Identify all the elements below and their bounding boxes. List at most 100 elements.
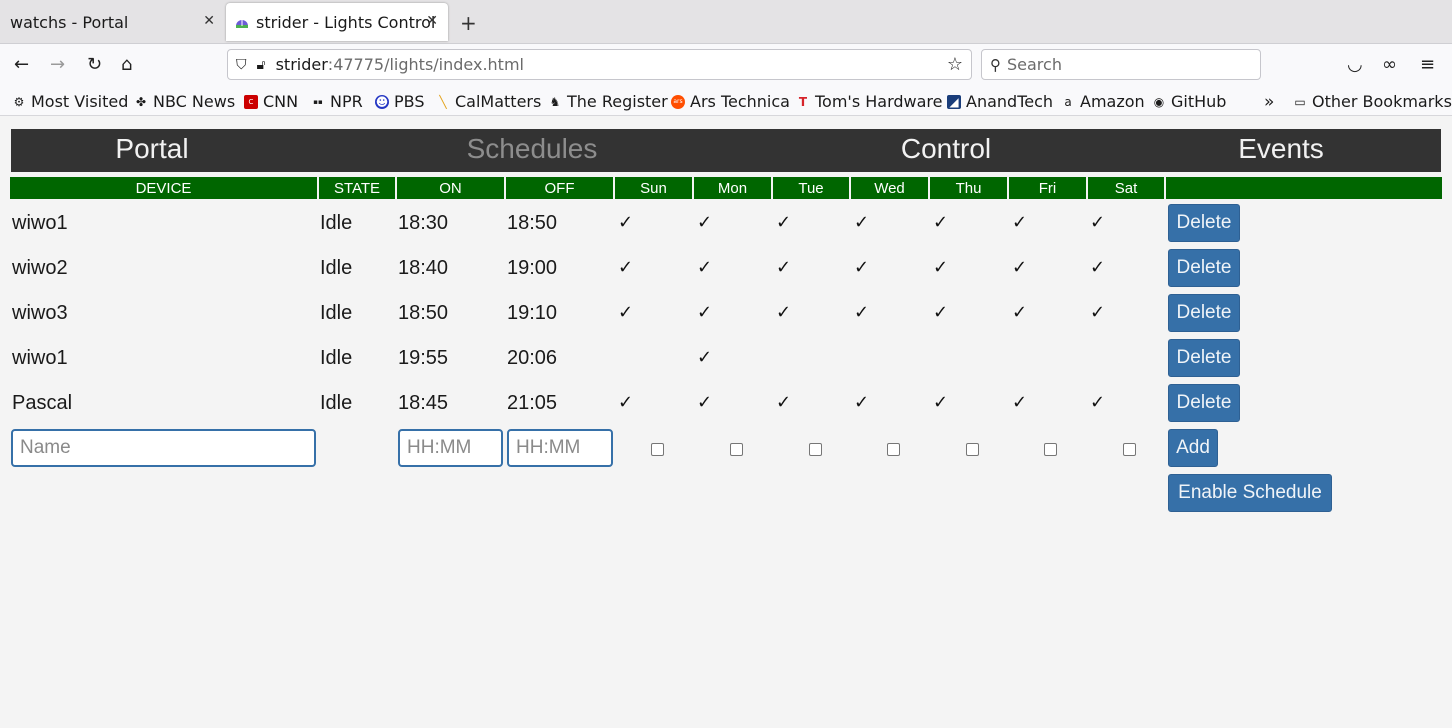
day-check-icon: ✓ xyxy=(697,302,713,323)
nav-portal[interactable]: Portal xyxy=(115,133,188,165)
off-time: 20:06 xyxy=(507,347,558,369)
bookmark-label: NBC News xyxy=(153,92,236,111)
shield-icon[interactable]: ⛉ xyxy=(236,57,247,73)
bookmark-label: AnandTech xyxy=(966,92,1054,111)
bookmark-most-visited[interactable]: ⚙ Most Visited xyxy=(12,92,129,111)
url-host: strider xyxy=(275,55,328,74)
delete-button[interactable]: Delete xyxy=(1168,204,1240,242)
day-check-icon: ✓ xyxy=(854,257,870,278)
name-input[interactable] xyxy=(11,429,316,467)
private-mask-icon[interactable]: ∞ xyxy=(1382,54,1397,75)
lights-favicon-icon xyxy=(234,14,250,30)
search-icon: ⚲ xyxy=(990,55,1001,74)
chevron-double-right-icon[interactable]: » xyxy=(1264,92,1274,112)
bookmark-other[interactable]: ▭ Other Bookmarks xyxy=(1293,92,1452,111)
delete-button[interactable]: Delete xyxy=(1168,249,1240,287)
checkbox-mon[interactable] xyxy=(730,443,743,456)
bookmark-pbs[interactable]: ☻ PBS xyxy=(375,92,425,111)
folder-icon: ▭ xyxy=(1294,94,1306,109)
forward-arrow-icon[interactable]: → xyxy=(50,54,65,75)
day-check-icon: ✓ xyxy=(618,302,634,323)
bookmark-ars-technica[interactable]: ars Ars Technica xyxy=(671,92,790,111)
off-time: 19:10 xyxy=(507,302,558,324)
day-check-icon: ✓ xyxy=(776,302,792,323)
delete-button[interactable]: Delete xyxy=(1168,339,1240,377)
checkbox-tue[interactable] xyxy=(809,443,822,456)
col-header-on: ON xyxy=(397,177,504,199)
checkbox-sun[interactable] xyxy=(651,443,664,456)
bookmark-cnn[interactable]: C CNN xyxy=(244,92,298,111)
home-icon[interactable]: ⌂ xyxy=(121,54,132,75)
col-header-off: OFF xyxy=(506,177,613,199)
bookmark-label: PBS xyxy=(394,92,425,111)
device-name: Pascal xyxy=(12,392,73,414)
day-check-icon: ✓ xyxy=(1090,257,1106,278)
bookmark-label: Ars Technica xyxy=(690,92,790,111)
device-name: wiwo2 xyxy=(12,257,68,279)
nav-schedules[interactable]: Schedules xyxy=(467,133,598,165)
tab-bar: watchs - Portal ✕ strider - Lights Contr… xyxy=(0,0,1452,44)
tab-title: strider - Lights Control xyxy=(256,12,436,32)
enable-schedule-button[interactable]: Enable Schedule xyxy=(1168,474,1332,512)
device-state: Idle xyxy=(320,347,353,369)
bookmark-nbc-news[interactable]: ✤ NBC News xyxy=(134,92,235,111)
bookmark-calmatters[interactable]: ╲ CalMatters xyxy=(436,92,541,111)
bookmark-label: GitHub xyxy=(1171,92,1227,111)
on-time-input[interactable] xyxy=(398,429,503,467)
back-arrow-icon[interactable]: ← xyxy=(14,54,29,75)
delete-button[interactable]: Delete xyxy=(1168,294,1240,332)
day-check-icon: ✓ xyxy=(1012,212,1028,233)
toms-icon: T xyxy=(798,94,808,109)
col-header-fri: Fri xyxy=(1009,177,1086,199)
url-path: :47775/lights/index.html xyxy=(327,55,524,74)
day-check-icon: ✓ xyxy=(697,257,713,278)
checkbox-sat[interactable] xyxy=(1123,443,1136,456)
tab-lights-control[interactable]: strider - Lights Control ✕ xyxy=(226,3,448,41)
col-header-wed: Wed xyxy=(851,177,928,199)
off-time: 21:05 xyxy=(507,392,558,414)
bookmark-label: CNN xyxy=(263,92,299,111)
day-check-icon: ✓ xyxy=(697,212,713,233)
reload-icon[interactable]: ↻ xyxy=(87,54,102,75)
bookmark-github[interactable]: ◉ GitHub xyxy=(1152,92,1227,111)
day-check-icon: ✓ xyxy=(933,302,949,323)
day-check-icon: ✓ xyxy=(933,212,949,233)
amazon-icon: a xyxy=(1064,94,1072,109)
bookmark-amazon[interactable]: a Amazon xyxy=(1061,92,1144,111)
checkbox-thu[interactable] xyxy=(966,443,979,456)
lock-icon[interactable]: 🔓︎ xyxy=(257,57,266,73)
bookmark-anandtech[interactable]: ◢ AnandTech xyxy=(947,92,1053,111)
search-input[interactable]: ⚲ Search xyxy=(981,49,1261,80)
day-check-icon: ✓ xyxy=(776,212,792,233)
star-icon[interactable]: ☆ xyxy=(947,54,963,75)
pocket-icon[interactable]: ◡ xyxy=(1347,54,1363,75)
day-check-icon: ✓ xyxy=(1090,302,1106,323)
nav-control[interactable]: Control xyxy=(901,133,991,165)
menu-icon[interactable]: ≡ xyxy=(1420,54,1435,75)
bookmark-toms-hardware[interactable]: T Tom's Hardware xyxy=(796,92,943,111)
tab-watchs-portal[interactable]: watchs - Portal ✕ xyxy=(0,3,225,41)
bookmark-npr[interactable]: ▪▪ NPR xyxy=(311,92,362,111)
device-name: wiwo3 xyxy=(12,302,68,324)
nav-events[interactable]: Events xyxy=(1238,133,1324,165)
col-header-sun: Sun xyxy=(615,177,692,199)
checkbox-wed[interactable] xyxy=(887,443,900,456)
day-check-icon: ✓ xyxy=(776,257,792,278)
day-check-icon: ✓ xyxy=(618,257,634,278)
device-name: wiwo1 xyxy=(12,212,68,234)
device-state: Idle xyxy=(320,257,353,279)
checkbox-fri[interactable] xyxy=(1044,443,1057,456)
close-icon[interactable]: ✕ xyxy=(203,13,215,29)
off-time-input[interactable] xyxy=(507,429,613,467)
bookmark-the-register[interactable]: ♞ The Register xyxy=(548,92,668,111)
delete-button[interactable]: Delete xyxy=(1168,384,1240,422)
close-icon[interactable]: ✕ xyxy=(426,13,438,29)
on-time: 18:45 xyxy=(398,392,449,414)
bookmark-label: Other Bookmarks xyxy=(1312,92,1452,111)
add-button[interactable]: Add xyxy=(1168,429,1218,467)
new-tab-icon[interactable]: + xyxy=(460,11,477,35)
npr-icon: ▪▪ xyxy=(313,97,323,106)
github-icon: ◉ xyxy=(1153,94,1165,109)
url-bar[interactable]: ⛉ 🔓︎ strider:47775/lights/index.html ☆ xyxy=(227,49,972,80)
cnn-icon: C xyxy=(244,94,258,109)
